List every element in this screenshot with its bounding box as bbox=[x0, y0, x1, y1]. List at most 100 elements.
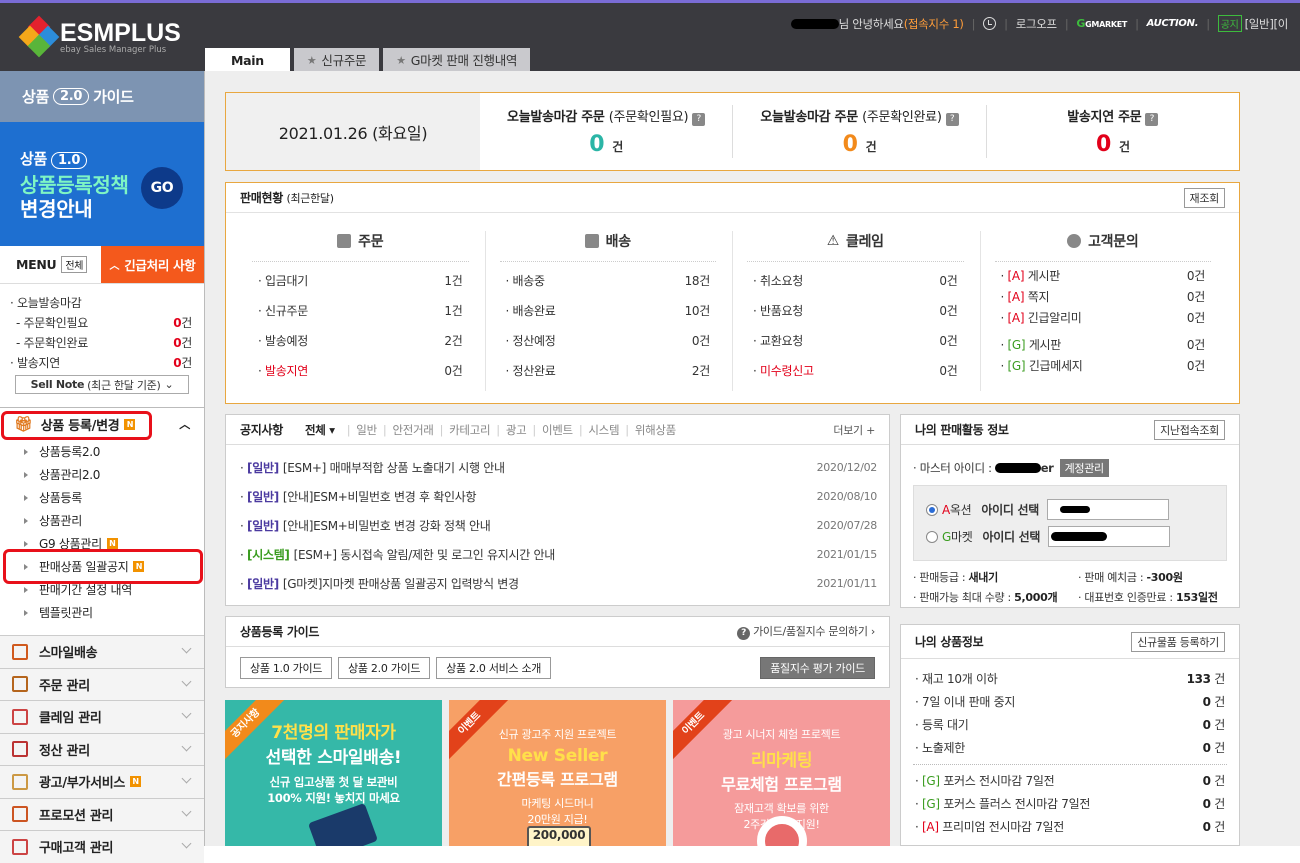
sales-row[interactable]: · 교환요청 0건 bbox=[747, 326, 964, 356]
category-order-manage[interactable]: 주문 관리 bbox=[0, 667, 204, 700]
sales-row[interactable]: · 발송지연 0건 bbox=[252, 356, 469, 386]
sales-row[interactable]: · 신규주문 1건 bbox=[252, 296, 469, 326]
truck-icon bbox=[584, 234, 599, 248]
notice-filter[interactable]: 일반 bbox=[356, 422, 377, 438]
sales-col-delivery: 배송 · 배송중 18건 · 배송완료 10건 · 정산예정 0건 · 정산완료 2건 bbox=[486, 231, 733, 391]
sales-row[interactable]: · 정산예정 0건 bbox=[500, 326, 717, 356]
sidebar-item-register[interactable]: 상품등록 bbox=[0, 486, 204, 509]
menu-all-button[interactable]: 전체 bbox=[61, 256, 88, 273]
product-info-row[interactable]: · [G] 포커스 전시마감 7일전 0 건 bbox=[901, 769, 1239, 792]
sales-row[interactable]: · 반품요청 0건 bbox=[747, 296, 964, 326]
notice-item[interactable]: · [일반] [안내]ESM+비밀번호 변경 후 확인사항 2020/08/10 bbox=[226, 482, 889, 511]
gmarket-radio[interactable] bbox=[926, 530, 938, 543]
notice-item[interactable]: · [일반] [G마켓]지마켓 판매상품 일괄공지 입력방식 변경 2021/01/… bbox=[226, 569, 889, 598]
sidebar-item-manage-20[interactable]: 상품관리2.0 bbox=[0, 463, 204, 486]
notice-item[interactable]: · [일반] [안내]ESM+비밀번호 변경 강화 정책 안내 2020/07/28 bbox=[226, 511, 889, 540]
urgent-confirmed[interactable]: - 주문확인완료 0건 bbox=[10, 333, 204, 353]
sales-row[interactable]: · 발송예정 2건 bbox=[252, 326, 469, 356]
today-deadline-need-confirm[interactable]: 오늘발송마감 주문 (주문확인필요)? 0건 bbox=[480, 105, 732, 158]
notice-more-link[interactable]: 더보기 + bbox=[833, 422, 875, 438]
promo-remarketing[interactable]: 이벤트 광고 시너지 체험 프로젝트 리마케팅 무료체험 프로그램 잠재고객 확… bbox=[673, 700, 890, 846]
help-icon[interactable]: ? bbox=[945, 113, 959, 126]
annotation-highlight-section bbox=[1, 411, 152, 440]
sales-row[interactable]: · 취소요청 0건 bbox=[747, 266, 964, 296]
auction-radio[interactable] bbox=[926, 503, 938, 516]
delayed-orders[interactable]: 발송지연 주문? 0건 bbox=[985, 105, 1239, 158]
urgent-tab[interactable]: ︿ 긴급처리 사항 bbox=[101, 246, 204, 283]
notice-filter[interactable]: 광고 bbox=[506, 422, 527, 438]
chevron-up-icon: ︿ bbox=[179, 418, 190, 431]
help-icon[interactable]: ? bbox=[1145, 113, 1159, 126]
notice-filter[interactable]: 카테고리 bbox=[449, 422, 490, 438]
auction-link[interactable]: AUCTION. bbox=[1147, 18, 1199, 29]
redacted-username bbox=[790, 18, 839, 29]
notice-panel: 공지사항 전체 ▾ | 일반 | 안전거래 | 카테고리 | 광고 | 이벤트 | 시스템 … bbox=[225, 414, 890, 606]
quality-guide-button[interactable]: 품질지수 평가 가이드 bbox=[760, 657, 875, 679]
promo-new-seller[interactable]: 이벤트 신규 광고주 지원 프로젝트 New Seller 간편등록 프로그램 … bbox=[449, 700, 666, 846]
promo-banners: 공지사항 7천명의 판매자가 선택한 스마일배송! 신규 입고상품 첫 달 보관… bbox=[225, 700, 890, 846]
sales-row[interactable]: · [A] 긴급알리미 0건 bbox=[995, 308, 1212, 329]
sellnote-dropdown[interactable]: Sell Note (최근 한달 기준) ⌄ bbox=[15, 375, 189, 394]
menu-bar: MENU 전체 ︿ 긴급처리 사항 bbox=[0, 246, 204, 284]
policy-change-banner[interactable]: 상품 1.0 상품등록정책 변경안내 GO bbox=[0, 122, 204, 246]
product-20-guide-link[interactable]: 상품 2.0 가이드 bbox=[0, 71, 204, 122]
sales-row[interactable]: · 정산완료 2건 bbox=[500, 356, 717, 386]
today-deadline-confirmed[interactable]: 오늘발송마감 주문 (주문확인완료)? 0건 bbox=[732, 105, 985, 158]
auction-id-row[interactable]: A 옥션 아이디 선택 bbox=[926, 496, 1226, 523]
refresh-button[interactable]: 재조회 bbox=[1183, 187, 1225, 208]
sales-row[interactable]: · 입금대기 1건 bbox=[252, 266, 469, 296]
product-info-row[interactable]: · 등록 대기 0 건 bbox=[901, 713, 1239, 736]
past-access-button[interactable]: 지난접속조회 bbox=[1154, 419, 1225, 440]
notice-filter[interactable]: 위해상품 bbox=[635, 422, 676, 438]
auction-id-input[interactable] bbox=[1047, 499, 1169, 520]
account-manage-button[interactable]: 계정관리 bbox=[1059, 459, 1109, 477]
sidebar-item-manage[interactable]: 상품관리 bbox=[0, 509, 204, 532]
category-promotion[interactable]: 프로모션 관리 bbox=[0, 797, 204, 830]
category-smile-delivery[interactable]: 스마일배송 bbox=[0, 635, 204, 668]
category-settlement-manage[interactable]: 정산 관리 bbox=[0, 732, 204, 765]
sidebar-item-register-20[interactable]: 상품등록2.0 bbox=[0, 440, 204, 463]
clock-icon[interactable] bbox=[983, 17, 997, 30]
notice-filter[interactable]: 시스템 bbox=[588, 422, 619, 438]
access-count[interactable]: (접속지수 1) bbox=[904, 16, 964, 32]
sales-row[interactable]: · [A] 쪽지 0건 bbox=[995, 287, 1212, 308]
notice-item[interactable]: · [일반] [ESM+] 매매부적합 상품 노출대기 시행 안내 2020/12/… bbox=[226, 453, 889, 482]
gmarket-link[interactable]: GGMARKET bbox=[1076, 17, 1127, 30]
category-customer[interactable]: 구매고객 관리 bbox=[0, 830, 204, 863]
sales-row[interactable]: · [G] 긴급메세지 0건 bbox=[995, 356, 1212, 377]
notice-item[interactable]: · [시스템] [ESM+] 동시접속 알림/제한 및 로그인 유지시간 안내 20… bbox=[226, 540, 889, 569]
go-button[interactable]: GO bbox=[141, 167, 183, 209]
sales-row[interactable]: · [G] 게시판 0건 bbox=[995, 335, 1212, 356]
sales-row[interactable]: · [A] 게시판 0건 bbox=[995, 266, 1212, 287]
guide-20-button[interactable]: 상품 2.0 가이드 bbox=[338, 657, 431, 679]
notice-filter[interactable]: 안전거래 bbox=[392, 422, 433, 438]
product-info-row[interactable]: · [A] 프리미엄 전시마감 7일전 0 건 bbox=[901, 815, 1239, 838]
logoff-link[interactable]: 로그오프 bbox=[1016, 16, 1057, 32]
sidebar-item-template[interactable]: 템플릿관리 bbox=[0, 601, 204, 624]
gmarket-id-input[interactable] bbox=[1048, 526, 1171, 547]
notice-filter[interactable]: 이벤트 bbox=[542, 422, 573, 438]
product-info-row[interactable]: · 7일 이내 판매 중지 0 건 bbox=[901, 690, 1239, 713]
category-ads[interactable]: 광고/부가서비스 N bbox=[0, 765, 204, 798]
guide-inquiry-link[interactable]: ? 가이드/품질지수 문의하기 › bbox=[737, 623, 875, 640]
promo-smile-delivery[interactable]: 공지사항 7천명의 판매자가 선택한 스마일배송! 신규 입고상품 첫 달 보관… bbox=[225, 700, 442, 846]
product-info-row[interactable]: · 노출제한 0 건 bbox=[901, 736, 1239, 759]
header-notice-text[interactable]: [일반][이 bbox=[1245, 16, 1289, 32]
sales-activity-panel: 나의 판매활동 정보 지난접속조회 · 마스터 아이디 : er 계정관리 A 옥션… bbox=[900, 414, 1240, 608]
help-icon[interactable]: ? bbox=[692, 113, 706, 126]
category-claim-manage[interactable]: 클레임 관리 bbox=[0, 700, 204, 733]
product-info-row[interactable]: · [G] 포커스 플러스 전시마감 7일전 0 건 bbox=[901, 792, 1239, 815]
logo-subtitle: ebay Sales Manager Plus bbox=[60, 45, 167, 55]
sales-row[interactable]: · 미수령신고 0건 bbox=[747, 356, 964, 386]
product-info-row[interactable]: · 재고 10개 이하 133 건 bbox=[901, 667, 1239, 690]
esmplus-logo[interactable]: ESMPLUS ebay Sales Manager Plus bbox=[18, 15, 181, 58]
register-new-product-button[interactable]: 신규물품 등록하기 bbox=[1131, 631, 1225, 652]
sales-row[interactable]: · 배송중 18건 bbox=[500, 266, 717, 296]
urgent-delayed[interactable]: · 발송지연 0건 bbox=[10, 353, 204, 373]
sales-row[interactable]: · 배송완료 10건 bbox=[500, 296, 717, 326]
guide-20-service-button[interactable]: 상품 2.0 서비스 소개 bbox=[436, 657, 552, 679]
urgent-need-confirm[interactable]: - 주문확인필요 0건 bbox=[10, 313, 204, 333]
notice-filter-all[interactable]: 전체 ▾ bbox=[305, 422, 335, 438]
guide-10-button[interactable]: 상품 1.0 가이드 bbox=[240, 657, 333, 679]
gmarket-id-row[interactable]: G 마켓 아이디 선택 bbox=[926, 523, 1226, 550]
